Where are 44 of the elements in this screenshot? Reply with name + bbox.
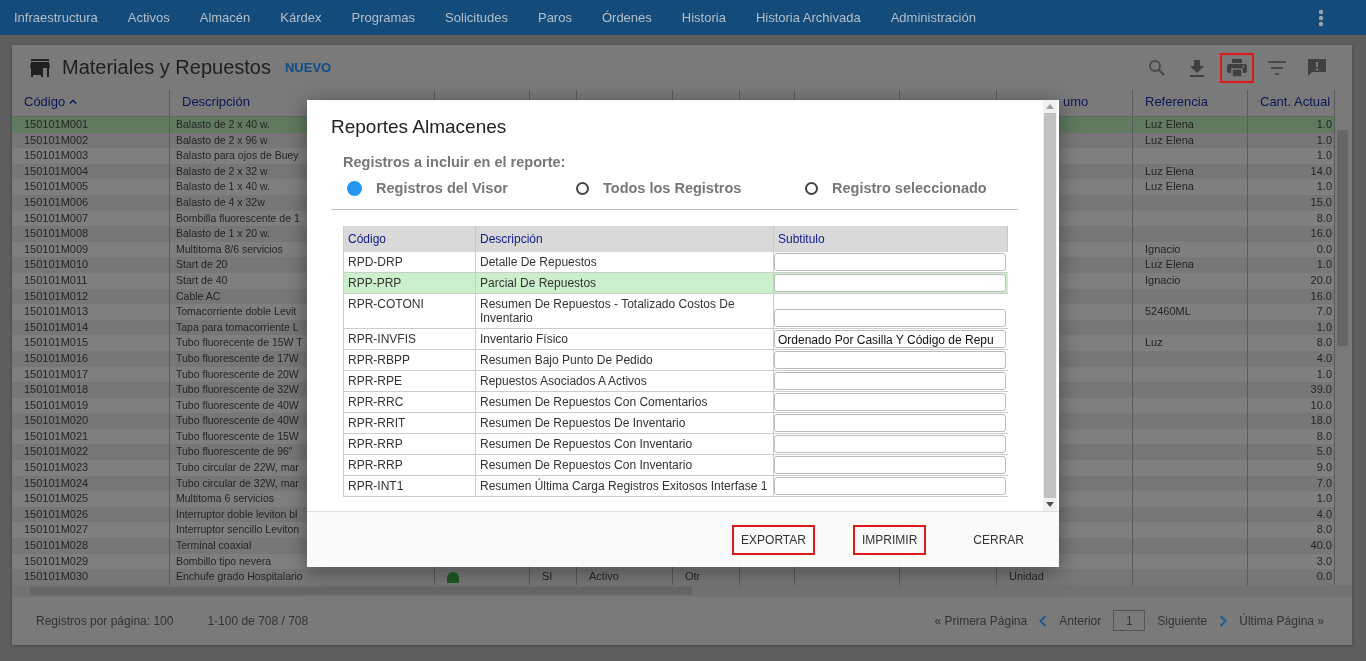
column-header: Subtitulo [774,226,1008,252]
table-cell: Otr [673,569,740,585]
table-cell: 150101M020 [12,413,170,429]
table-cell: 150101M010 [12,257,170,273]
table-cell: 52460ML [1133,304,1248,320]
page-title: Materiales y Repuestos [62,56,271,79]
table-cell: RPR-RRP [344,455,476,475]
table-cell: Activo [577,569,673,585]
table-cell: 150101M006 [12,194,170,211]
table-cell: RPR-RRC [344,392,476,412]
table-cell: 150101M030 [12,569,170,585]
table-cell: SI [530,569,577,585]
table-cell: 150101M003 [12,148,170,164]
table-cell: Luz Elena [1133,117,1248,133]
table-cell: 150101M015 [12,335,170,351]
table-cell: 150101M011 [12,272,170,289]
table-cell: Unidad [997,569,1133,585]
table-cell: Enchufe grado Hospitalario [170,569,435,585]
table-cell: RPR-INVFIS [344,329,476,349]
table-cell: RPR-RRIT [344,413,476,433]
table-cell: 150101M013 [12,304,170,320]
table-cell: RPR-COTONI [344,294,476,328]
table-cell: 150101M008 [12,226,170,242]
table-cell: RPP-PRP [344,273,476,293]
table-cell: RPR-RRP [344,434,476,454]
table-cell: RPR-RBPP [344,350,476,370]
table-cell: 150101M016 [12,350,170,367]
table-cell: 150101M001 [12,117,170,133]
table-cell: Luz Elena [1133,179,1248,195]
table-cell: 150101M025 [12,491,170,507]
column-header: Código [344,226,476,252]
table-cell: RPR-INT1 [344,476,476,496]
record-range: 1-100 de 708 / 708 [207,613,309,628]
column-header: Descripción [476,226,774,252]
table-cell: 150101M028 [12,538,170,554]
table-cell: 150101M018 [12,382,170,398]
records-per-page: Registros por página: 100 [36,613,174,628]
table-cell: Ignacio [1133,272,1248,289]
table-cell: 150101M005 [12,179,170,195]
table-cell: Luz Elena [1133,257,1248,273]
table-cell: 150101M023 [12,460,170,476]
table-cell: RPR-RPE [344,371,476,391]
table-cell: RPD-DRP [344,252,476,272]
table-cell: Luz [1133,335,1248,351]
